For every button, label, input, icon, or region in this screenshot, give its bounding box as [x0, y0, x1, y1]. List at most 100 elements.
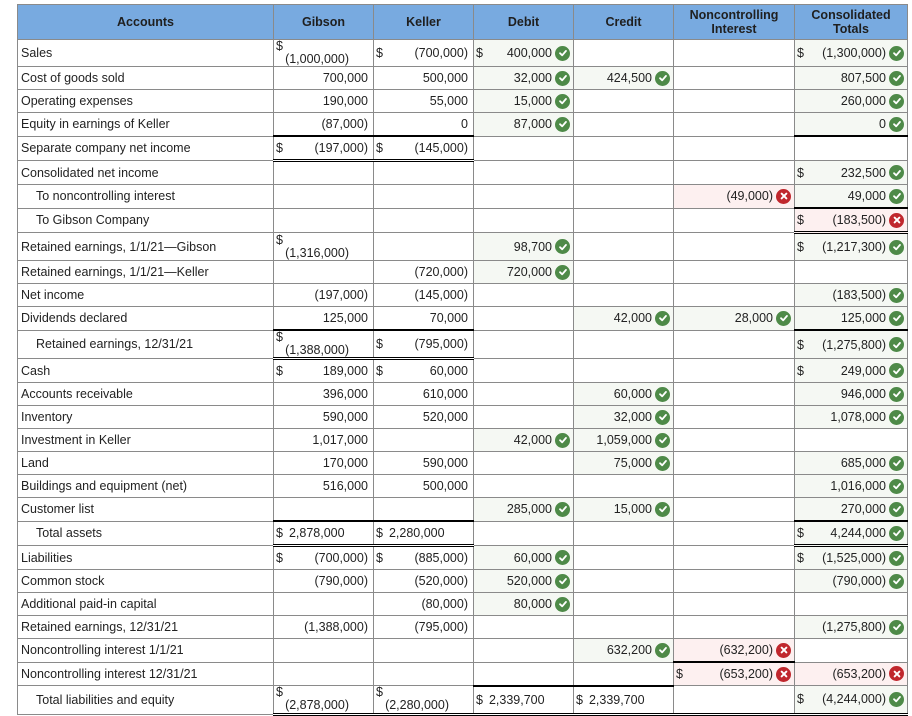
consolidated-value[interactable]: 4,244,000: [830, 526, 886, 540]
nci-cell[interactable]: [673, 207, 795, 233]
consolidated-value[interactable]: (4,244,000): [822, 692, 886, 706]
debit-cell[interactable]: [473, 306, 574, 331]
debit-cell[interactable]: [473, 382, 574, 406]
debit-cell[interactable]: [473, 207, 574, 233]
nci-cell[interactable]: [673, 615, 795, 639]
nci-cell[interactable]: 28,000: [673, 306, 795, 331]
credit-cell[interactable]: [573, 89, 674, 113]
consolidated-value[interactable]: 0: [879, 117, 886, 131]
consolidated-cell[interactable]: $ (1,525,000): [794, 545, 908, 570]
nci-cell[interactable]: [673, 358, 795, 383]
credit-cell[interactable]: [573, 474, 674, 498]
credit-cell[interactable]: [573, 569, 674, 593]
debit-cell[interactable]: [473, 451, 574, 475]
consolidated-value[interactable]: (1,300,000): [822, 46, 886, 60]
credit-cell[interactable]: 32,000: [573, 405, 674, 429]
credit-cell[interactable]: [573, 160, 674, 185]
debit-cell[interactable]: [473, 405, 574, 429]
debit-cell[interactable]: 80,000: [473, 592, 574, 616]
debit-cell[interactable]: [473, 638, 574, 663]
consolidated-cell[interactable]: 0: [794, 112, 908, 137]
debit-cell[interactable]: 87,000: [473, 112, 574, 137]
credit-cell[interactable]: [573, 520, 674, 546]
debit-value[interactable]: 520,000: [507, 574, 552, 588]
nci-cell[interactable]: (49,000): [673, 184, 795, 209]
consolidated-value[interactable]: 232,500: [841, 166, 886, 180]
debit-cell[interactable]: [473, 329, 574, 359]
credit-cell[interactable]: [573, 545, 674, 570]
consolidated-cell[interactable]: 1,078,000: [794, 405, 908, 429]
consolidated-value[interactable]: 1,078,000: [830, 410, 886, 424]
credit-cell[interactable]: [573, 358, 674, 383]
consolidated-value[interactable]: (653,200): [832, 667, 886, 681]
debit-cell[interactable]: [473, 184, 574, 209]
consolidated-cell[interactable]: [794, 135, 908, 161]
debit-cell[interactable]: [473, 160, 574, 185]
nci-value[interactable]: (49,000): [726, 189, 773, 203]
nci-cell[interactable]: [673, 260, 795, 284]
credit-cell[interactable]: [573, 592, 674, 616]
consolidated-value[interactable]: 1,016,000: [830, 479, 886, 493]
credit-cell[interactable]: [573, 283, 674, 307]
debit-cell[interactable]: 60,000: [473, 545, 574, 570]
credit-cell[interactable]: [573, 232, 674, 261]
credit-value[interactable]: 42,000: [614, 311, 652, 325]
debit-cell[interactable]: $2,339,700: [473, 684, 574, 716]
debit-value[interactable]: 80,000: [514, 597, 552, 611]
credit-cell[interactable]: 1,059,000: [573, 428, 674, 452]
credit-value[interactable]: 1,059,000: [596, 433, 652, 447]
consolidated-value[interactable]: (1,275,800): [822, 620, 886, 634]
credit-cell[interactable]: [573, 184, 674, 209]
debit-cell[interactable]: [473, 358, 574, 383]
nci-cell[interactable]: [673, 545, 795, 570]
consolidated-cell[interactable]: (653,200): [794, 661, 908, 686]
nci-cell[interactable]: [673, 135, 795, 161]
consolidated-cell[interactable]: (1,275,800): [794, 615, 908, 639]
debit-cell[interactable]: 15,000: [473, 89, 574, 113]
nci-cell[interactable]: [673, 569, 795, 593]
credit-value[interactable]: 60,000: [614, 387, 652, 401]
debit-cell[interactable]: 32,000: [473, 66, 574, 90]
consolidated-value[interactable]: 260,000: [841, 94, 886, 108]
consolidated-cell[interactable]: $ (1,217,300): [794, 232, 908, 261]
consolidated-cell[interactable]: 260,000: [794, 89, 908, 113]
nci-cell[interactable]: [673, 520, 795, 546]
nci-cell[interactable]: [673, 39, 795, 67]
credit-value[interactable]: 75,000: [614, 456, 652, 470]
nci-cell[interactable]: [673, 329, 795, 359]
nci-cell[interactable]: [673, 497, 795, 522]
nci-cell[interactable]: [673, 474, 795, 498]
debit-cell[interactable]: 720,000: [473, 260, 574, 284]
debit-cell[interactable]: 520,000: [473, 569, 574, 593]
credit-value[interactable]: 424,500: [607, 71, 652, 85]
credit-cell[interactable]: $2,339,700: [573, 684, 674, 716]
debit-cell[interactable]: [473, 615, 574, 639]
consolidated-value[interactable]: 946,000: [841, 387, 886, 401]
credit-value[interactable]: 2,339,700: [589, 693, 645, 707]
consolidated-cell[interactable]: $232,500: [794, 160, 908, 185]
debit-cell[interactable]: 98,700: [473, 232, 574, 261]
nci-cell[interactable]: [673, 160, 795, 185]
consolidated-cell[interactable]: 125,000: [794, 306, 908, 331]
debit-cell[interactable]: [473, 520, 574, 546]
credit-cell[interactable]: [573, 260, 674, 284]
credit-cell[interactable]: [573, 39, 674, 67]
consolidated-cell[interactable]: 49,000: [794, 184, 908, 209]
consolidated-cell[interactable]: 1,016,000: [794, 474, 908, 498]
nci-cell[interactable]: [673, 283, 795, 307]
consolidated-value[interactable]: (790,000): [832, 574, 886, 588]
nci-value[interactable]: (653,200): [719, 667, 773, 681]
consolidated-cell[interactable]: $249,000: [794, 358, 908, 383]
nci-cell[interactable]: [673, 89, 795, 113]
nci-cell[interactable]: [673, 451, 795, 475]
credit-cell[interactable]: 424,500: [573, 66, 674, 90]
credit-cell[interactable]: [573, 135, 674, 161]
debit-cell[interactable]: [473, 474, 574, 498]
nci-cell[interactable]: $ (653,200): [673, 661, 795, 686]
debit-value[interactable]: 60,000: [514, 551, 552, 565]
consolidated-cell[interactable]: [794, 260, 908, 284]
consolidated-value[interactable]: (183,500): [832, 213, 886, 227]
consolidated-cell[interactable]: (790,000): [794, 569, 908, 593]
nci-value[interactable]: (632,200): [719, 643, 773, 657]
debit-value[interactable]: 15,000: [514, 94, 552, 108]
